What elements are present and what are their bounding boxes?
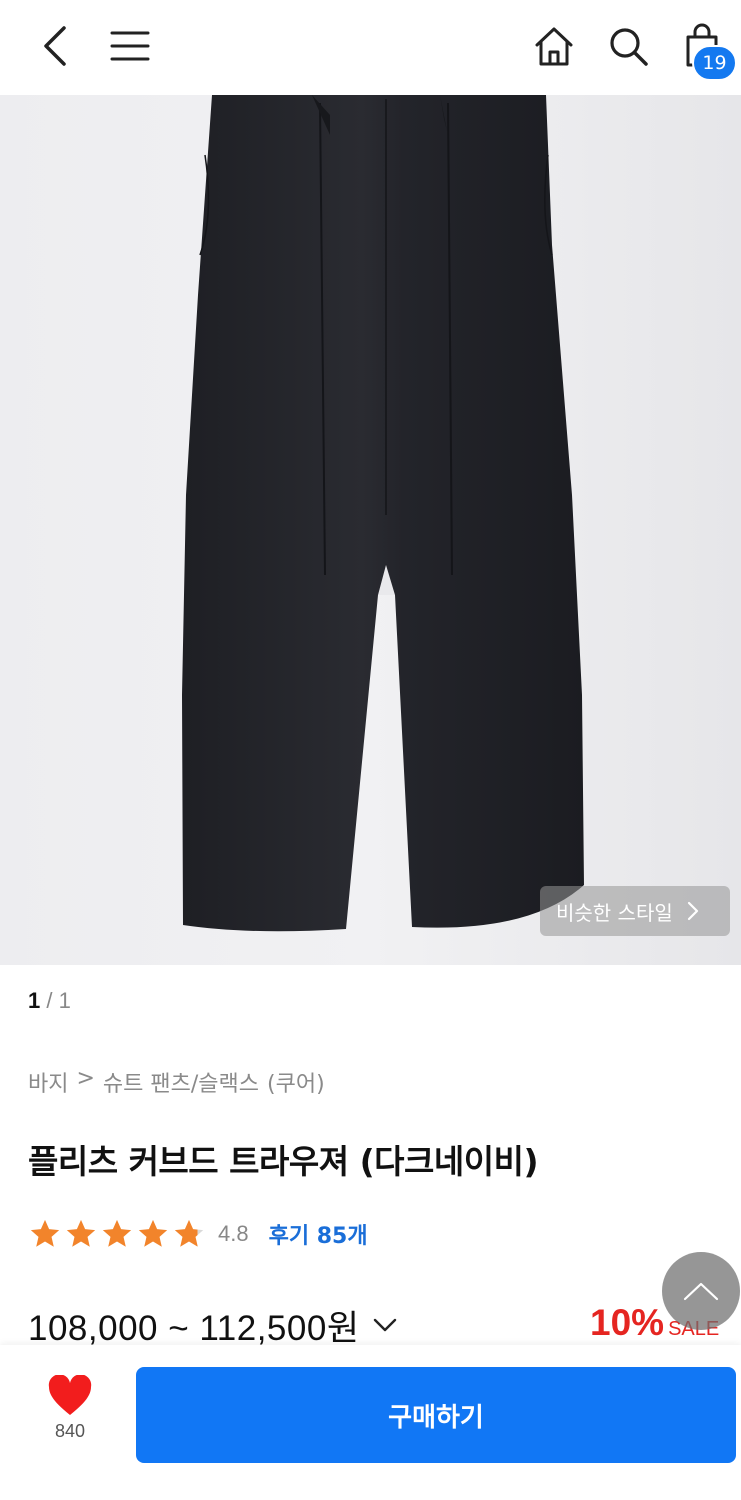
breadcrumb-separator: > — [76, 1066, 95, 1091]
breadcrumb-item-brand[interactable]: (쿠어) — [267, 1066, 325, 1098]
home-button[interactable] — [528, 20, 580, 72]
home-icon — [535, 27, 573, 66]
product-title: 플리츠 커브드 트라우져 (다크네이비) — [28, 1142, 539, 1181]
like-count: 840 — [54, 1421, 86, 1441]
back-button[interactable] — [30, 20, 80, 72]
breadcrumb: 바지 > 슈트 팬츠/슬랙스 (쿠어) — [28, 1066, 325, 1098]
discount-percent: 10% — [590, 1302, 665, 1343]
page-separator: / — [46, 988, 53, 1013]
image-page-indicator: 1 / 1 — [28, 988, 71, 1014]
breadcrumb-item-category[interactable]: 바지 — [28, 1066, 68, 1098]
chevron-right-icon — [687, 901, 698, 921]
star-half-icon — [174, 1219, 204, 1247]
breadcrumb-item-subcategory[interactable]: 슈트 팬츠/슬랙스 — [103, 1066, 259, 1098]
chevron-down-icon — [373, 1318, 396, 1332]
rating-stars — [28, 1217, 206, 1251]
product-image[interactable] — [0, 95, 741, 965]
menu-icon — [110, 31, 150, 61]
trousers-image — [182, 95, 584, 932]
search-icon — [610, 28, 648, 66]
star-icon — [66, 1219, 96, 1247]
similar-style-label: 비슷한 스타일 — [556, 900, 673, 925]
cart-count-badge: 19 — [692, 45, 737, 81]
scroll-top-button[interactable] — [662, 1252, 740, 1330]
similar-style-button[interactable]: 비슷한 스타일 — [540, 886, 730, 936]
star-icon — [138, 1219, 168, 1247]
chevron-up-icon — [683, 1282, 719, 1301]
rating-value: 4.8 — [218, 1221, 249, 1246]
back-arrow-icon — [44, 26, 66, 66]
buy-button[interactable]: 구매하기 — [136, 1367, 736, 1463]
price-range: 108,000 ~ 112,500원 — [28, 1308, 360, 1348]
top-navigation-bar: 19 — [0, 0, 741, 95]
menu-button[interactable] — [104, 20, 156, 72]
like-button[interactable]: 840 — [30, 1375, 110, 1460]
price-row[interactable]: 108,000 ~ 112,500원 — [28, 1300, 398, 1350]
page-current: 1 — [28, 988, 41, 1013]
review-count-link[interactable]: 후기 85개 — [269, 1218, 368, 1250]
page-total: 1 — [58, 988, 71, 1013]
star-icon — [30, 1219, 60, 1247]
star-icon — [102, 1219, 132, 1247]
rating-row: 4.8 후기 85개 — [28, 1214, 368, 1254]
heart-icon — [48, 1375, 92, 1415]
search-button[interactable] — [602, 20, 654, 72]
